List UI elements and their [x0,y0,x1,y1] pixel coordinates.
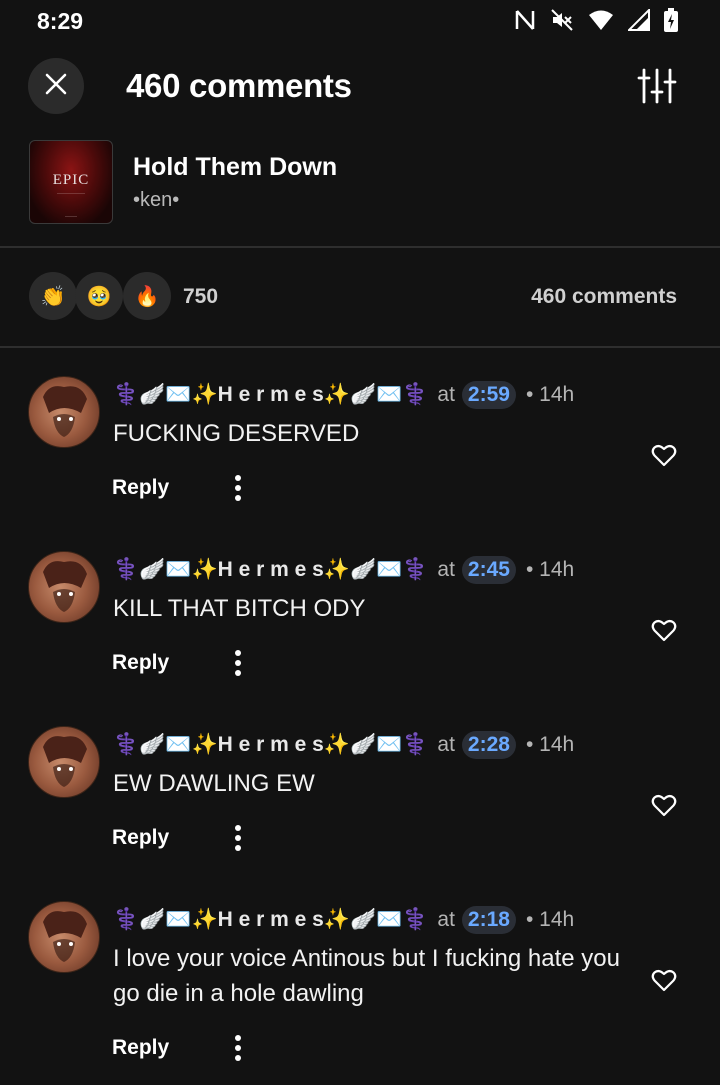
track-info[interactable]: EPIC ——————— ——— Hold Them Down •ken• [0,138,720,228]
comment-age: • 14h [525,558,575,581]
album-art: EPIC ——————— ——— [29,140,113,224]
track-artist: •ken• [133,189,180,211]
status-time: 8:29 [37,8,84,34]
comment-author[interactable]: ⚕️🪽✉️✨H e r m e s✨🪽✉️⚕️ [113,733,428,757]
comment-age: • 14h [525,908,575,931]
comment-age: • 14h [525,383,575,406]
battery-icon [664,8,678,32]
album-art-title: EPIC [52,172,90,188]
avatar[interactable] [28,901,100,973]
close-icon [45,73,67,100]
mute-icon [550,8,574,32]
comment-text: EW DAWLING EW [113,770,315,797]
heart-icon[interactable] [651,444,677,468]
heart-icon[interactable] [651,794,677,818]
reply-button[interactable]: Reply [112,651,169,675]
comment-item: ⚕️🪽✉️✨H e r m e s✨🪽✉️⚕️ at 2:18 • 14h I … [0,901,720,1081]
comment-text: KILL THAT BITCH ODY [113,595,366,622]
comment-author[interactable]: ⚕️🪽✉️✨H e r m e s✨🪽✉️⚕️ [113,383,428,407]
filter-button[interactable] [636,66,678,106]
comment-author[interactable]: ⚕️🪽✉️✨H e r m e s✨🪽✉️⚕️ [113,558,428,582]
avatar[interactable] [28,726,100,798]
comment-timestamp[interactable]: 2:18 [461,906,516,934]
reaction-count: 750 [183,285,219,308]
comment-timestamp[interactable]: 2:28 [461,731,516,759]
nfc-icon [514,8,536,32]
reaction-clap[interactable]: 👏 [29,272,77,320]
signal-icon [628,9,650,31]
comment-at-label: at [437,733,455,756]
heart-icon[interactable] [651,969,677,993]
reply-button[interactable]: Reply [112,476,169,500]
more-options-icon[interactable] [228,649,248,679]
reaction-pleading[interactable]: 🥹 [75,272,123,320]
sliders-icon [636,68,678,110]
track-title: Hold Them Down [133,153,338,181]
wifi-icon [588,9,614,31]
more-options-icon[interactable] [228,824,248,854]
avatar[interactable] [28,551,100,623]
comment-at-label: at [437,908,455,931]
comment-age: • 14h [525,733,575,756]
comment-text: FUCKING DESERVED [113,420,360,447]
reply-button[interactable]: Reply [112,826,169,850]
heart-icon[interactable] [651,619,677,643]
reply-button[interactable]: Reply [112,1036,169,1060]
more-options-icon[interactable] [228,474,248,504]
reaction-fire[interactable]: 🔥 [123,272,171,320]
header: 460 comments [0,56,720,116]
comment-at-label: at [437,383,455,406]
reactions-row: 👏 🥹 🔥 750 460 comments [0,272,720,322]
comment-item: ⚕️🪽✉️✨H e r m e s✨🪽✉️⚕️ at 2:59 • 14h FU… [0,376,720,536]
close-button[interactable] [28,58,84,114]
status-bar: 8:29 [0,0,720,44]
comments-count: 460 comments [531,285,677,308]
page-title: 460 comments [126,67,352,104]
comment-at-label: at [437,558,455,581]
comment-item: ⚕️🪽✉️✨H e r m e s✨🪽✉️⚕️ at 2:28 • 14h EW… [0,726,720,886]
divider [0,346,720,348]
more-options-icon[interactable] [228,1034,248,1064]
comment-text: I love your voice Antinous but I fucking… [113,945,620,1007]
comment-item: ⚕️🪽✉️✨H e r m e s✨🪽✉️⚕️ at 2:45 • 14h KI… [0,551,720,711]
avatar[interactable] [28,376,100,448]
comment-timestamp[interactable]: 2:45 [461,556,516,584]
comment-author[interactable]: ⚕️🪽✉️✨H e r m e s✨🪽✉️⚕️ [113,908,428,932]
divider [0,246,720,248]
comment-timestamp[interactable]: 2:59 [461,381,516,409]
